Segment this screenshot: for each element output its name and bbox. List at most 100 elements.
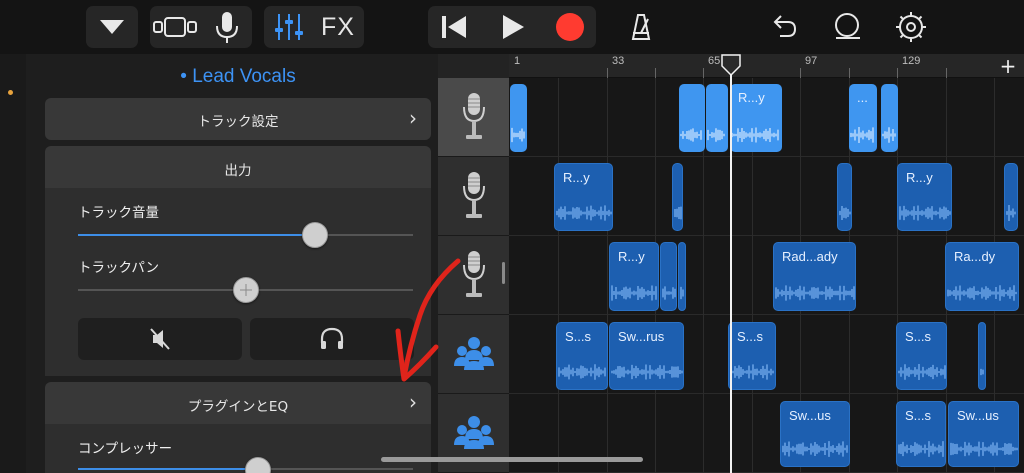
audio-region[interactable]: S...s — [896, 401, 946, 467]
pan-slider-knob[interactable] — [233, 277, 259, 303]
track-view-icon — [153, 17, 197, 37]
ruler-mark: 65 — [708, 55, 721, 67]
waveform-icon — [775, 285, 855, 301]
microphone-icon — [216, 12, 238, 43]
metronome-button[interactable] — [618, 6, 664, 48]
record-icon — [556, 13, 584, 41]
waveform-icon — [511, 127, 525, 143]
plugins-eq-button[interactable]: プラグインとEQ › — [45, 382, 431, 424]
playhead-line[interactable] — [730, 60, 732, 473]
waveform-icon — [611, 285, 657, 301]
output-header: 出力 — [45, 146, 431, 188]
audio-region[interactable]: Rad...ady — [773, 242, 856, 311]
audio-region[interactable] — [978, 322, 986, 390]
microphone-icon — [462, 93, 485, 139]
browser-triangle-icon — [100, 20, 124, 34]
play-button[interactable] — [488, 6, 538, 48]
waveform-icon — [899, 205, 951, 221]
home-indicator — [381, 457, 643, 462]
smart-control-button[interactable] — [204, 6, 250, 48]
audio-region[interactable]: S...s — [556, 322, 608, 390]
ruler-mark: 97 — [805, 55, 818, 67]
play-icon — [503, 15, 524, 39]
audio-region[interactable] — [678, 242, 686, 311]
waveform-icon — [707, 128, 725, 142]
waveform-icon — [680, 128, 702, 142]
ruler-tick — [897, 68, 898, 78]
playhead-handle[interactable] — [721, 54, 741, 76]
microphone-icon — [462, 172, 485, 218]
audio-region[interactable]: S...s — [728, 322, 776, 390]
audio-region[interactable] — [837, 163, 852, 231]
undo-button[interactable] — [760, 6, 806, 48]
ruler-mark: 33 — [612, 55, 625, 67]
rewind-icon — [442, 16, 466, 38]
scroll-indicator[interactable] — [502, 262, 505, 284]
audio-region[interactable] — [660, 242, 677, 311]
audio-region[interactable]: R...y — [609, 242, 659, 311]
browser-button[interactable] — [86, 6, 138, 48]
ruler-tick — [800, 68, 801, 78]
mixer-button[interactable] — [266, 6, 312, 48]
waveform-icon — [674, 206, 682, 220]
volume-label: トラック音量 — [78, 205, 159, 221]
audio-region[interactable]: ... — [849, 84, 877, 152]
audio-region[interactable] — [706, 84, 728, 152]
audio-region[interactable]: R...y — [897, 163, 952, 231]
bar-gridline — [607, 78, 608, 473]
loop-browser-button[interactable] — [824, 6, 870, 48]
track-view-button[interactable] — [150, 6, 200, 48]
settings-button[interactable] — [888, 6, 934, 48]
chevron-right-icon: › — [409, 106, 417, 130]
settings-icon — [896, 12, 926, 42]
audio-region[interactable] — [679, 84, 705, 152]
group-icon — [453, 416, 494, 449]
audio-region[interactable]: Sw...us — [780, 401, 850, 467]
compressor-fill — [78, 468, 258, 470]
waveform-icon — [662, 286, 676, 300]
loop-icon — [835, 13, 860, 39]
compressor-label: コンプレッサー — [78, 441, 173, 457]
fx-button[interactable]: FX — [314, 6, 362, 48]
output-label: 出力 — [224, 163, 252, 179]
track-name[interactable]: • Lead Vocals — [45, 60, 431, 94]
audio-region[interactable] — [510, 84, 527, 152]
audio-region[interactable]: Sw...rus — [609, 322, 684, 390]
audio-region[interactable]: Ra...dy — [945, 242, 1019, 311]
waveform-icon — [898, 364, 946, 380]
crosshair-icon — [240, 284, 252, 296]
audio-region[interactable]: R...y — [554, 163, 613, 231]
ruler-mark: 129 — [902, 55, 921, 67]
bar-gridline — [558, 78, 559, 473]
speaker-mute-icon — [150, 328, 170, 350]
mute-button[interactable] — [78, 318, 242, 360]
audio-region[interactable] — [672, 163, 683, 231]
waveform-icon — [558, 364, 606, 380]
control-bar: FX — [0, 0, 1024, 54]
timeline-ruler[interactable]: 1 33 65 97 129 — [509, 54, 1024, 78]
volume-slider-knob[interactable] — [302, 222, 328, 248]
waveform-icon — [1006, 205, 1016, 221]
track-settings-button[interactable]: トラック設定 › — [45, 98, 431, 140]
waveform-icon — [980, 368, 984, 376]
record-button[interactable] — [545, 6, 595, 48]
waveform-icon — [731, 127, 779, 143]
audio-region[interactable] — [1004, 163, 1018, 231]
audio-region[interactable]: Sw...us — [948, 401, 1019, 467]
audio-region[interactable] — [881, 84, 898, 152]
add-section-button[interactable]: + — [994, 55, 1022, 77]
audio-region[interactable]: S...s — [896, 322, 947, 390]
audio-region[interactable]: R...y — [730, 84, 782, 152]
rewind-button[interactable] — [430, 6, 480, 48]
track-header-1[interactable] — [438, 78, 509, 157]
ruler-tick — [703, 68, 704, 78]
metronome-icon — [631, 14, 651, 40]
track-header-2[interactable] — [438, 157, 509, 236]
waveform-icon — [839, 206, 851, 220]
ruler-mark: 1 — [514, 55, 521, 67]
waveform-icon — [680, 286, 684, 300]
track-settings-label: トラック設定 — [197, 114, 279, 130]
marker-dot — [8, 90, 13, 95]
chevron-right-icon: › — [409, 390, 417, 414]
fx-label: FX — [321, 12, 355, 41]
